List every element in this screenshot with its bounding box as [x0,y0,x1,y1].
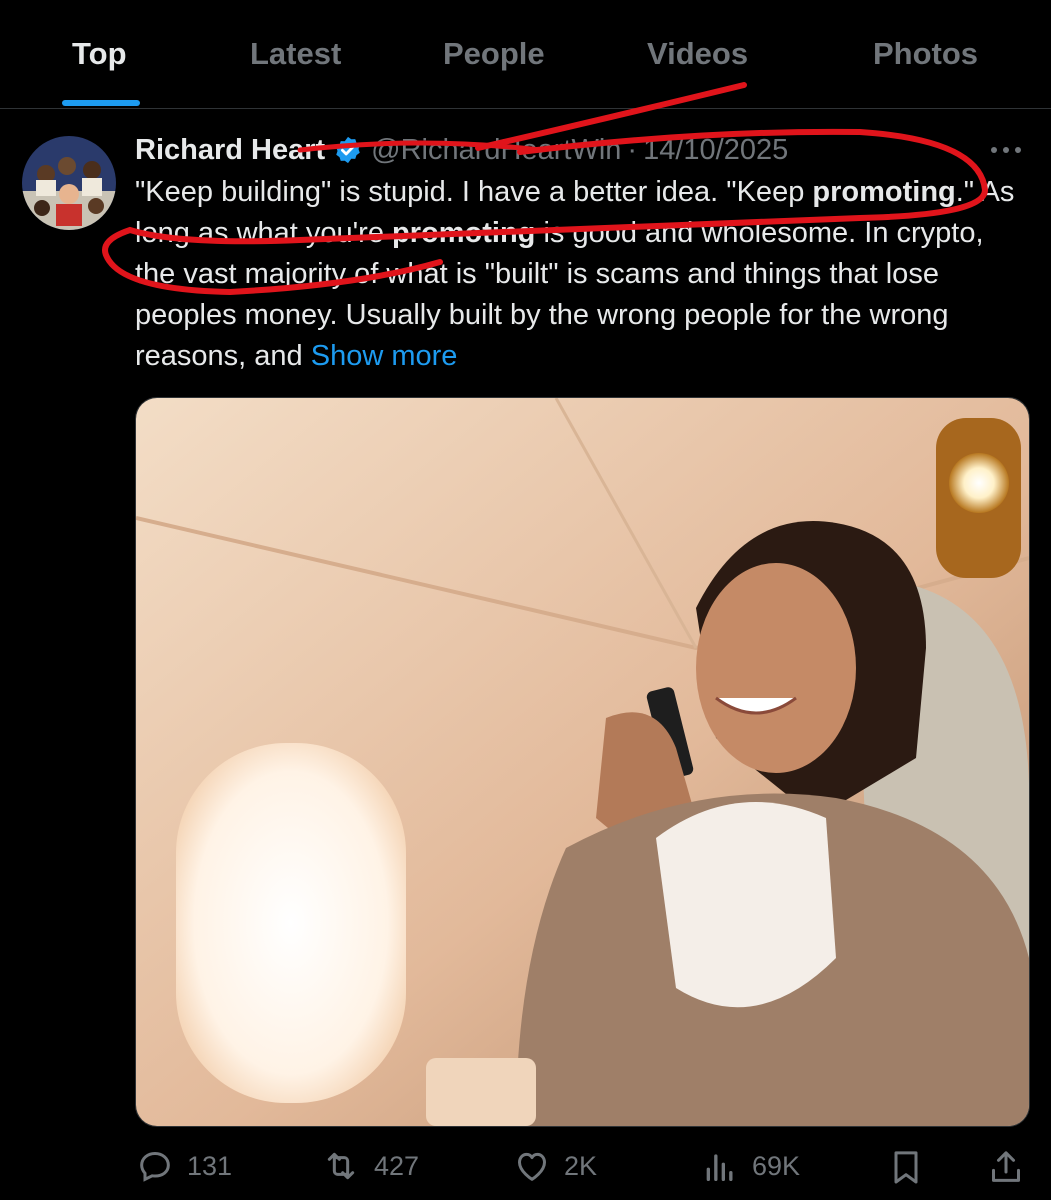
tab-photos[interactable]: Photos [873,36,978,72]
search-tabs: Top Latest People Videos Photos [0,0,1051,109]
show-more-link[interactable]: Show more [311,340,458,372]
bookmark-icon [894,1151,918,1184]
avatar[interactable] [22,136,116,230]
verified-badge-icon [336,136,360,164]
like-count: 2K [564,1150,598,1181]
tweet-text-segment: "Keep building" is stupid. I have a bett… [135,176,813,208]
tab-top[interactable]: Top [72,36,127,72]
bookmark-button[interactable] [886,1146,938,1188]
active-tab-indicator [62,100,140,106]
like-button[interactable]: 2K [512,1146,597,1186]
tweet-date[interactable]: 14/10/2025 [643,134,788,167]
views-button[interactable]: 69K [700,1146,800,1186]
tweet-header: Richard Heart @RichardHeartWin · 14/10/2… [135,130,788,170]
separator-dot: · [627,133,638,166]
repost-button[interactable]: 427 [320,1146,419,1186]
tweet-text-highlight: promoting [812,176,956,208]
share-icon [992,1151,1020,1182]
author-name[interactable]: Richard Heart [135,134,325,167]
tweet-text-highlight: promoting [392,217,536,249]
tab-people[interactable]: People [443,36,545,72]
share-button[interactable] [986,1146,1038,1188]
repost-count: 427 [374,1150,420,1181]
tweet-text: "Keep building" is stupid. I have a bett… [135,172,1015,377]
repost-icon [327,1152,355,1180]
author-handle[interactable]: @RichardHeartWin [371,134,621,167]
tab-videos[interactable]: Videos [647,36,748,72]
views-count: 69K [752,1150,801,1181]
tweet-photo[interactable] [135,397,1030,1127]
heart-icon [518,1152,546,1181]
views-chart-icon [706,1154,733,1181]
reply-count: 131 [187,1150,233,1181]
reply-button[interactable]: 131 [135,1146,232,1186]
more-options-icon[interactable] [986,140,1026,160]
reply-icon [140,1151,170,1182]
tweet-actions: 131 427 2K 69K [0,1138,1051,1194]
tab-latest[interactable]: Latest [250,36,341,72]
